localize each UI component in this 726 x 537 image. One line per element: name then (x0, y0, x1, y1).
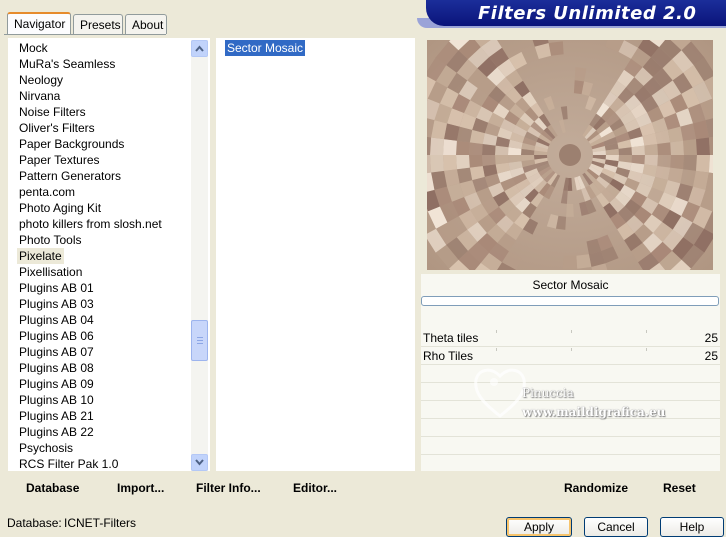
category-item[interactable]: Nirvana (19, 88, 60, 104)
category-item[interactable]: photo killers from slosh.net (19, 216, 162, 232)
category-item[interactable]: Plugins AB 22 (19, 424, 94, 440)
category-item[interactable]: Photo Tools (19, 232, 82, 248)
category-item[interactable]: MuRa's Seamless (19, 56, 115, 72)
status-label: Database: (7, 516, 62, 530)
tab-presets-label: Presets (80, 18, 121, 32)
scroll-up-button[interactable] (191, 40, 208, 57)
randomize-button[interactable]: Randomize (564, 481, 628, 495)
param-divider (421, 382, 720, 383)
help-button[interactable]: Help (660, 517, 724, 537)
category-item[interactable]: Mock (19, 40, 48, 56)
param-divider (421, 454, 720, 455)
reset-button[interactable]: Reset (663, 481, 696, 495)
apply-button[interactable]: Apply (506, 517, 572, 537)
param-label-theta: Theta tiles (423, 331, 479, 345)
import-button[interactable]: Import... (117, 481, 164, 495)
category-item[interactable]: Pixellisation (19, 264, 82, 280)
category-item[interactable]: Pattern Generators (19, 168, 121, 184)
category-item[interactable]: Plugins AB 08 (19, 360, 94, 376)
app-title: Filters Unlimited 2.0 (478, 3, 697, 24)
param-row-rho[interactable]: Rho Tiles 25 (421, 347, 720, 365)
filter-info-button[interactable]: Filter Info... (196, 481, 261, 495)
category-item[interactable]: Plugins AB 07 (19, 344, 94, 360)
category-item[interactable]: Plugins AB 09 (19, 376, 94, 392)
randomize-label: Randomize (564, 481, 629, 495)
category-item[interactable]: penta.com (19, 184, 75, 200)
category-item[interactable]: Paper Textures (19, 152, 100, 168)
param-value-rho: 25 (704, 349, 718, 363)
import-label: Import... (117, 481, 165, 495)
scroll-down-button[interactable] (191, 454, 208, 471)
current-filter-name: Sector Mosaic (532, 278, 609, 292)
category-item[interactable]: Oliver's Filters (19, 120, 95, 136)
param-value-theta: 25 (704, 331, 718, 345)
category-item[interactable]: Photo Aging Kit (19, 200, 101, 216)
category-scrollbar[interactable] (191, 40, 208, 471)
filter-info-label: Filter Info... (196, 481, 261, 495)
tab-divider (4, 34, 166, 35)
cancel-button[interactable]: Cancel (584, 517, 648, 537)
category-item[interactable]: Plugins AB 01 (19, 280, 94, 296)
watermark-heart-icon (474, 368, 526, 418)
filter-list[interactable] (216, 38, 415, 471)
status-database: ICNET-Filters (64, 516, 136, 530)
category-item[interactable]: Plugins AB 21 (19, 408, 94, 424)
tab-navigator-label: Navigator (14, 17, 66, 31)
tab-navigator[interactable]: Navigator (7, 12, 71, 35)
category-item[interactable]: Neology (19, 72, 63, 88)
param-divider (421, 436, 720, 437)
category-item[interactable]: Paper Backgrounds (19, 136, 124, 152)
category-item[interactable]: Plugins AB 06 (19, 328, 94, 344)
editor-button[interactable]: Editor... (293, 481, 337, 495)
chevron-down-icon (195, 459, 204, 466)
database-label: Database (26, 481, 80, 495)
progress-bar (421, 296, 719, 306)
param-divider (421, 400, 720, 401)
category-item[interactable]: Noise Filters (19, 104, 86, 120)
category-item[interactable]: RCS Filter Pak 1.0 (19, 456, 118, 472)
category-item[interactable]: Psychosis (19, 440, 73, 456)
param-label-rho: Rho Tiles (423, 349, 474, 363)
watermark-url: www.maildigrafica.eu (522, 405, 666, 419)
preview-image[interactable] (427, 40, 713, 270)
category-item[interactable]: Plugins AB 10 (19, 392, 94, 408)
category-item[interactable]: Plugins AB 04 (19, 312, 94, 328)
chevron-up-icon (195, 45, 204, 52)
editor-label: Editor... (293, 481, 338, 495)
category-item[interactable]: Pixelate (17, 248, 64, 264)
tab-presets[interactable]: Presets (73, 14, 123, 34)
tab-about-label: About (132, 18, 164, 32)
scroll-thumb[interactable] (191, 320, 208, 361)
filter-item-sector-mosaic[interactable]: Sector Mosaic (225, 40, 306, 56)
category-item[interactable]: Plugins AB 03 (19, 296, 94, 312)
database-button[interactable]: Database (26, 481, 79, 495)
tab-about[interactable]: About (125, 14, 167, 34)
param-row-theta[interactable]: Theta tiles 25 (421, 329, 720, 347)
watermark-name: Pinuccia (522, 386, 574, 400)
reset-label: Reset (663, 481, 696, 495)
